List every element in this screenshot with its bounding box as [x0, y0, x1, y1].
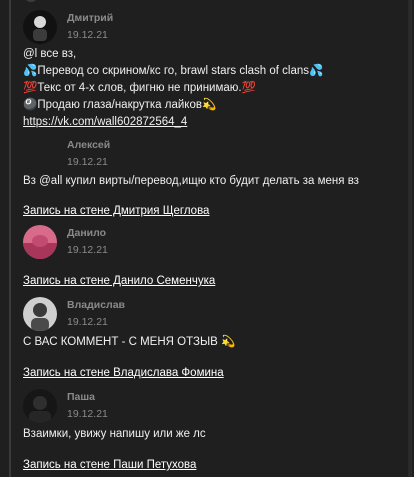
post-link[interactable]: https://vk.com/wall602872564_4 [23, 114, 187, 130]
wall-post-link[interactable]: Запись на стене Данило Семенчука [23, 275, 215, 287]
post-date[interactable]: 19.12.21 [67, 156, 108, 168]
post-text-line: 🎱Продаю глаза/накрутка лайков💫 [23, 99, 217, 111]
avatar[interactable] [23, 10, 57, 44]
avatar-dark-photo-icon [23, 389, 57, 423]
previous-avatar-edge [24, 0, 38, 2]
avatar-dark-figure-icon [23, 10, 57, 44]
post-date[interactable]: 19.12.21 [67, 316, 108, 328]
avatar[interactable] [23, 297, 57, 331]
post-text-line: С ВАС КОММЕНТ - С МЕНЯ ОТЗЫВ 💫 [23, 336, 236, 348]
author-name[interactable]: Данило [67, 227, 106, 239]
post-text-line: Взаимки, увижу напишу или же лс [23, 428, 206, 440]
post-text-line: 💦Перевод со скрином/кс го, brawl stars c… [23, 65, 324, 77]
post-text-line: @l все вз, [23, 48, 77, 60]
avatar[interactable] [23, 389, 57, 423]
author-name[interactable]: Паша [67, 391, 95, 403]
author-name[interactable]: Владислав [67, 299, 125, 311]
post-date[interactable]: 19.12.21 [67, 29, 108, 41]
post-text-line: Вз @all купил вирты/перевод,ищю кто буди… [23, 175, 359, 187]
scrollbar[interactable] [408, 0, 412, 477]
avatar[interactable] [23, 137, 57, 171]
wall-post-link[interactable]: Запись на стене Дмитрия Щеглова [23, 205, 209, 217]
post-text-line: 💯Текс от 4-х слов, фигню не принимаю.💯 [23, 82, 256, 94]
author-name[interactable]: Дмитрий [67, 12, 113, 24]
avatar-pink-landscape-icon [23, 225, 57, 259]
author-name[interactable]: Алексей [67, 139, 110, 151]
avatar[interactable] [23, 225, 57, 259]
post-date[interactable]: 19.12.21 [67, 244, 108, 256]
thread-line [9, 0, 11, 477]
avatar-grey-portrait-icon [23, 297, 57, 331]
wall-post-link[interactable]: Запись на стене Владислава Фомина [23, 367, 224, 379]
post-date[interactable]: 19.12.21 [67, 408, 108, 420]
wall-post-link[interactable]: Запись на стене Паши Петухова [23, 459, 196, 471]
